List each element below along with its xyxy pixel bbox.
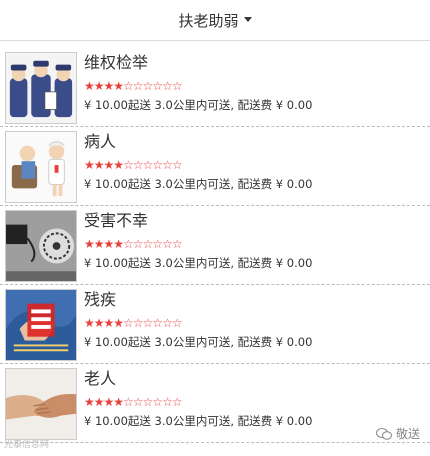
delivery-info: ¥ 10.00起送 3.0公里内可送, 配送费 ¥ 0.00 [84, 177, 313, 191]
wechat-icon [375, 427, 392, 440]
rating-stars: ★★★★☆☆☆☆☆☆ [84, 395, 183, 409]
item-title: 残疾 [84, 290, 117, 309]
rating-stars: ★★★★☆☆☆☆☆☆ [84, 316, 183, 330]
caret-down-icon [243, 16, 252, 22]
watermark-text: 敬送 [395, 427, 420, 441]
holding-hands-image [5, 368, 77, 440]
page-title: 扶老助弱 [178, 11, 239, 30]
watermark-right: 敬送 [375, 425, 420, 442]
item-title: 受害不幸 [84, 211, 149, 230]
list-item[interactable]: 老人 ★★★★☆☆☆☆☆☆ ¥ 10.00起送 3.0公里内可送, 配送费 ¥ … [0, 364, 430, 443]
patient-nurse-image [5, 131, 77, 203]
fraud-warning-image [5, 210, 77, 282]
love-disability-image [5, 289, 77, 361]
delivery-info: ¥ 10.00起送 3.0公里内可送, 配送费 ¥ 0.00 [84, 414, 313, 428]
page-header[interactable]: 扶老助弱 [0, 0, 430, 41]
delivery-info: ¥ 10.00起送 3.0公里内可送, 配送费 ¥ 0.00 [84, 98, 313, 112]
watermark-left: 光泰信息网 [4, 440, 50, 450]
list-item[interactable]: 残疾 ★★★★☆☆☆☆☆☆ ¥ 10.00起送 3.0公里内可送, 配送费 ¥ … [0, 285, 430, 364]
item-title: 病人 [84, 132, 117, 151]
item-title: 维权检举 [84, 53, 149, 72]
list-item[interactable]: 维权检举 ★★★★☆☆☆☆☆☆ ¥ 10.00起送 3.0公里内可送, 配送费 … [0, 48, 430, 127]
delivery-info: ¥ 10.00起送 3.0公里内可送, 配送费 ¥ 0.00 [84, 256, 313, 270]
item-title: 老人 [84, 369, 117, 388]
rating-stars: ★★★★☆☆☆☆☆☆ [84, 237, 183, 251]
rating-stars: ★★★★☆☆☆☆☆☆ [84, 158, 183, 172]
list-item[interactable]: 受害不幸 ★★★★☆☆☆☆☆☆ ¥ 10.00起送 3.0公里内可送, 配送费 … [0, 206, 430, 285]
service-list: 维权检举 ★★★★☆☆☆☆☆☆ ¥ 10.00起送 3.0公里内可送, 配送费 … [0, 48, 430, 443]
rating-stars: ★★★★☆☆☆☆☆☆ [84, 79, 183, 93]
list-item[interactable]: 病人 ★★★★☆☆☆☆☆☆ ¥ 10.00起送 3.0公里内可送, 配送费 ¥ … [0, 127, 430, 206]
delivery-info: ¥ 10.00起送 3.0公里内可送, 配送费 ¥ 0.00 [84, 335, 313, 349]
police-officers-image [5, 52, 77, 124]
